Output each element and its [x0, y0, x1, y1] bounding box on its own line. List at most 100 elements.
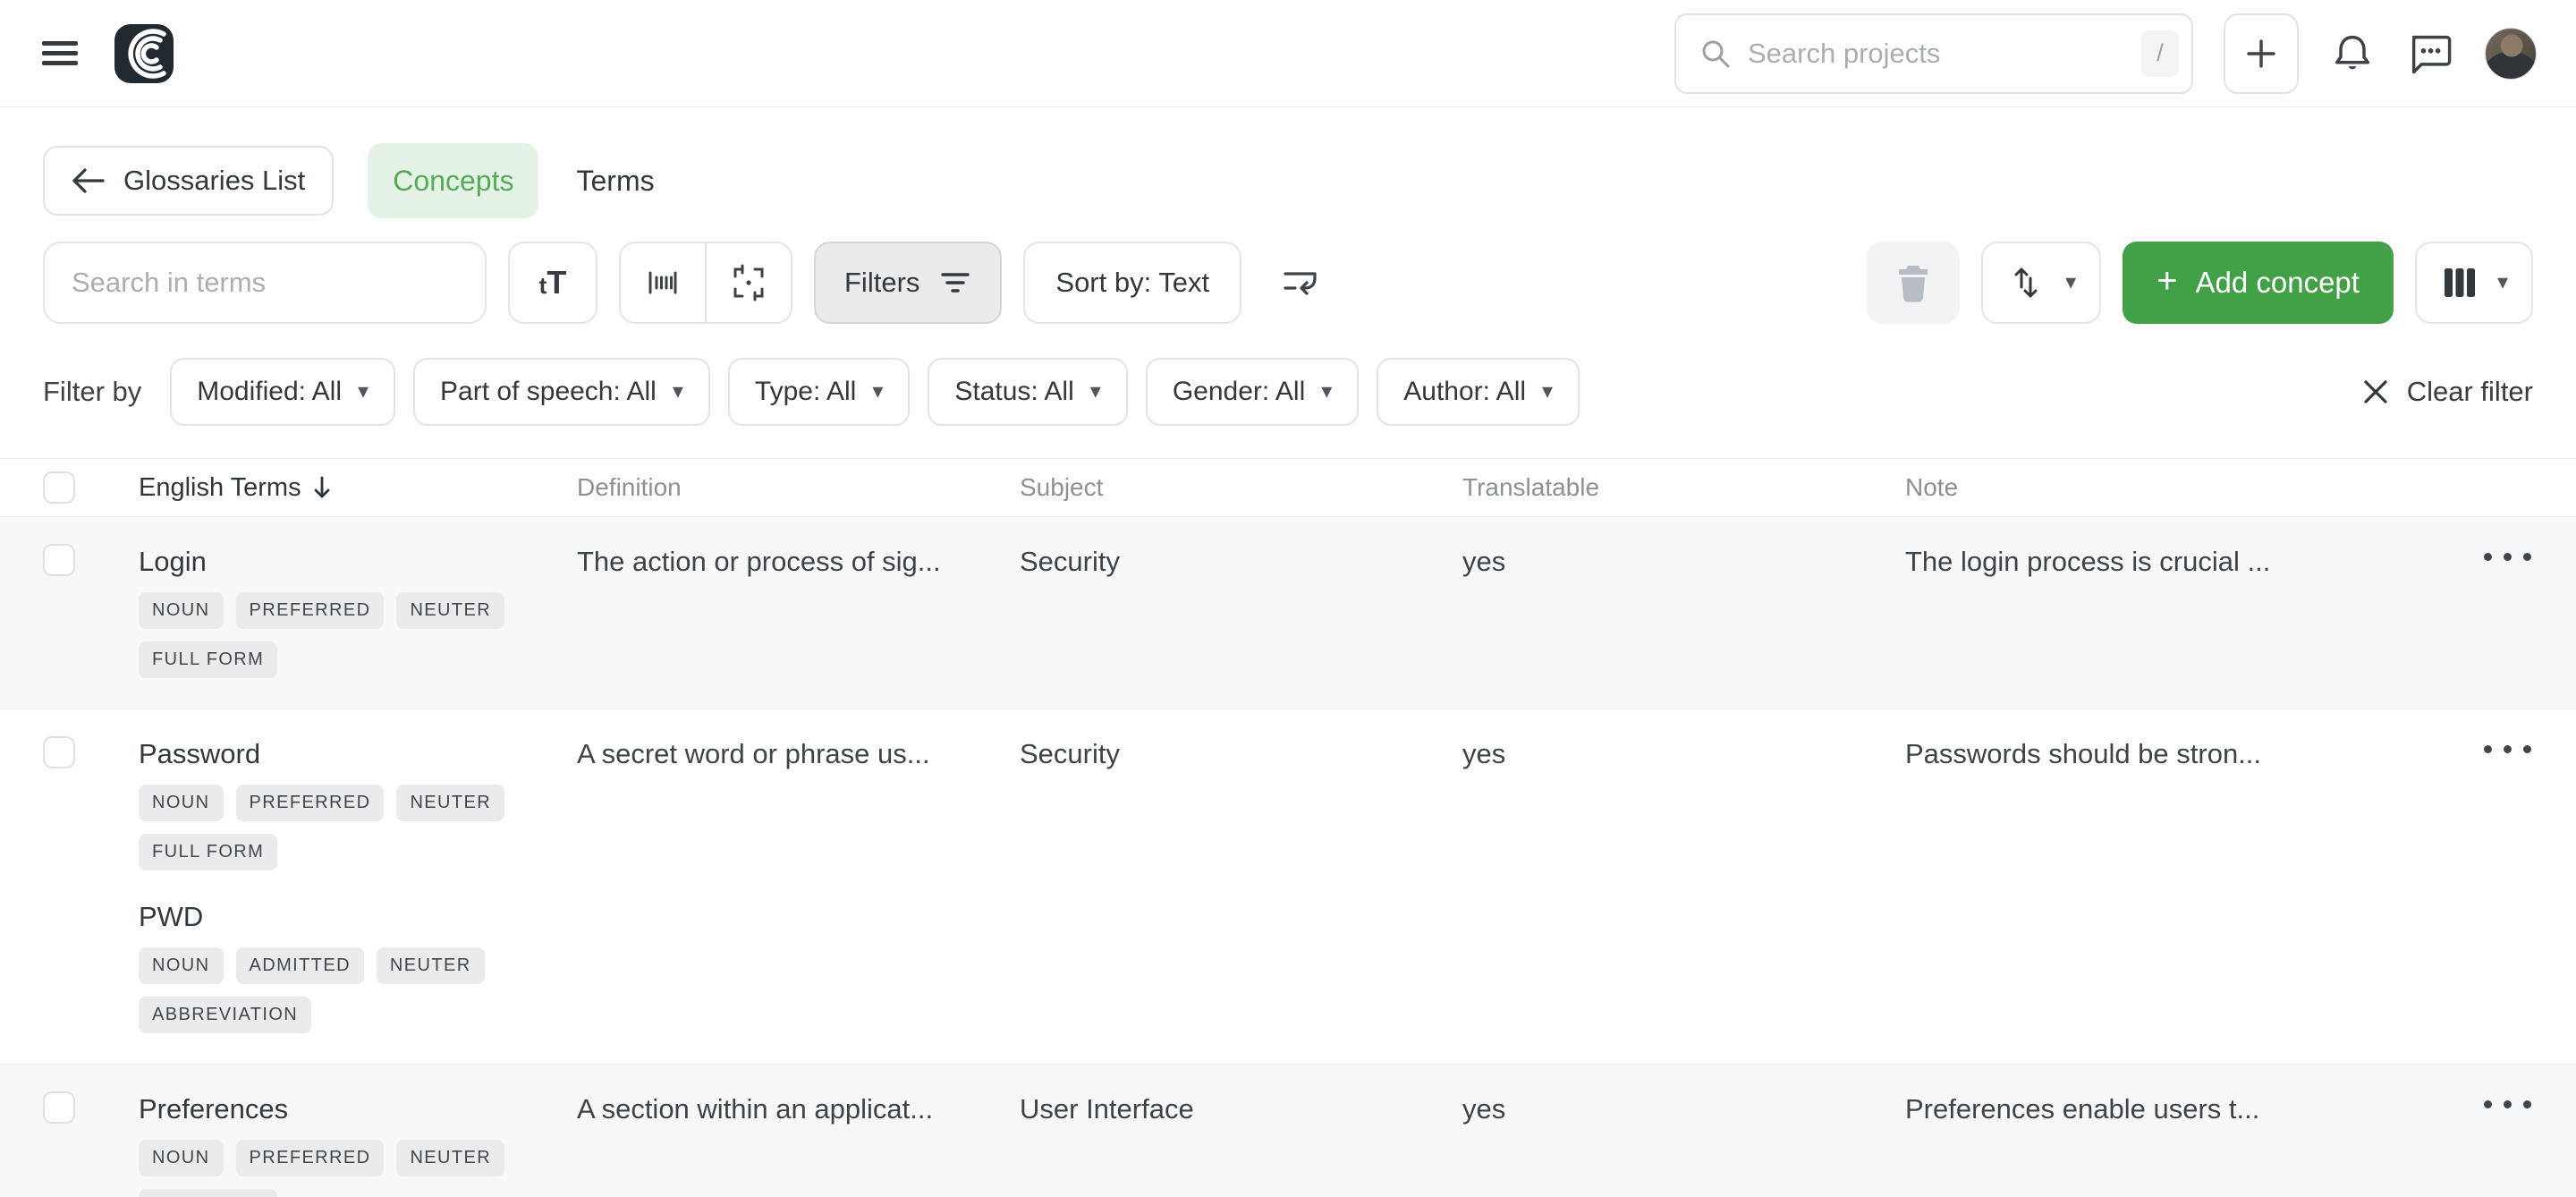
badge: NOUN	[139, 785, 224, 821]
definition-cell: A secret word or phrase us...	[577, 736, 1020, 1033]
import-export-dropdown[interactable]: ▾	[1981, 242, 2101, 324]
filter-part-of-speech[interactable]: Part of speech: All ▾	[413, 358, 710, 426]
row-checkbox[interactable]	[43, 544, 75, 576]
row-menu-button[interactable]	[2482, 1093, 2533, 1197]
ellipsis-icon	[2484, 553, 2492, 561]
badge: NOUN	[139, 947, 224, 984]
definition-cell: A section within an applicat...	[577, 1091, 1020, 1197]
plus-icon: +	[2157, 263, 2177, 299]
column-header-subject[interactable]: Subject	[1020, 473, 1462, 502]
badge: NEUTER	[377, 947, 485, 984]
back-to-glossaries-button[interactable]: Glossaries List	[43, 146, 334, 216]
term-badges: NOUN PREFERRED NEUTER FULL FORM	[139, 785, 514, 870]
chat-icon	[2406, 31, 2454, 76]
delete-selected-button[interactable]	[1867, 242, 1960, 324]
note-cell: The login process is crucial ...	[1905, 544, 2451, 678]
hamburger-icon	[39, 37, 80, 71]
app-logo[interactable]	[114, 24, 174, 83]
filter-gender[interactable]: Gender: All ▾	[1146, 358, 1359, 426]
term-name: PWD	[139, 901, 577, 933]
filter-status[interactable]: Status: All ▾	[928, 358, 1127, 426]
notifications-button[interactable]	[2329, 30, 2376, 77]
table-header: English Terms Definition Subject Transla…	[0, 459, 2576, 516]
columns-icon	[2440, 265, 2479, 301]
row-checkbox[interactable]	[43, 1091, 75, 1124]
filters-button-label: Filters	[844, 267, 919, 299]
chevron-down-icon: ▾	[1090, 381, 1101, 403]
badge: NEUTER	[396, 1140, 504, 1176]
translatable-cell: yes	[1462, 544, 1905, 678]
add-concept-button[interactable]: + Add concept	[2123, 242, 2394, 324]
badge: PREFERRED	[236, 1140, 385, 1176]
term-group: PWD NOUN ADMITTED NEUTER ABBREVIATION	[139, 901, 577, 1033]
filters-button[interactable]: Filters	[814, 242, 1002, 324]
chevron-down-icon: ▾	[1542, 381, 1553, 403]
chevron-down-icon: ▾	[673, 381, 683, 403]
hamburger-menu-button[interactable]	[39, 37, 80, 71]
badge: FULL FORM	[139, 1189, 277, 1197]
table-row[interactable]: Preferences NOUN PREFERRED NEUTER FULL F…	[0, 1064, 2576, 1197]
term-badges: NOUN PREFERRED NEUTER FULL FORM	[139, 1140, 514, 1197]
sort-by-button[interactable]: Sort by: Text	[1023, 242, 1241, 324]
plus-icon	[2243, 36, 2279, 72]
term-group: Password NOUN PREFERRED NEUTER FULL FORM	[139, 738, 577, 870]
trash-icon	[1894, 262, 1932, 303]
arrow-left-icon	[72, 166, 106, 195]
wrap-text-icon	[1280, 267, 1321, 299]
project-search-input[interactable]	[1748, 38, 2125, 70]
user-avatar[interactable]	[2485, 28, 2537, 80]
tab-concepts[interactable]: Concepts	[368, 143, 538, 218]
wrap-text-button[interactable]	[1263, 242, 1338, 324]
badge: FULL FORM	[139, 641, 277, 678]
filter-author[interactable]: Author: All ▾	[1377, 358, 1580, 426]
match-case-button[interactable]: tT	[508, 242, 597, 324]
translatable-cell: yes	[1462, 736, 1905, 1033]
tab-terms-label: Terms	[576, 165, 654, 198]
slash-shortcut-badge: /	[2141, 30, 2179, 77]
feedback-button[interactable]	[2406, 31, 2454, 76]
column-header-english-terms[interactable]: English Terms	[139, 473, 577, 503]
terms-search-input[interactable]	[72, 267, 458, 299]
column-header-definition[interactable]: Definition	[577, 473, 1020, 502]
columns-dropdown[interactable]: ▾	[2415, 242, 2533, 324]
badge: NOUN	[139, 592, 224, 629]
row-menu-button[interactable]	[2482, 546, 2533, 678]
term-name: Login	[139, 546, 577, 578]
column-header-note[interactable]: Note	[1905, 473, 2451, 502]
row-menu-button[interactable]	[2482, 738, 2533, 1033]
filter-gender-label: Gender: All	[1173, 377, 1305, 407]
tab-concepts-label: Concepts	[393, 165, 513, 198]
close-icon	[2360, 377, 2391, 407]
filter-author-label: Author: All	[1403, 377, 1526, 407]
project-search: /	[1674, 13, 2193, 94]
filter-type[interactable]: Type: All ▾	[728, 358, 910, 426]
translatable-cell: yes	[1462, 1091, 1905, 1197]
exact-match-button[interactable]	[707, 243, 791, 322]
bell-icon	[2329, 30, 2376, 77]
table-row[interactable]: Login NOUN PREFERRED NEUTER FULL FORM Th…	[0, 516, 2576, 709]
clear-filter-button[interactable]: Clear filter	[2360, 376, 2533, 408]
search-mode-group	[619, 242, 792, 324]
ellipsis-icon	[2484, 1100, 2492, 1108]
glossary-concepts-page: / Glossa	[0, 0, 2576, 1197]
column-header-translatable[interactable]: Translatable	[1462, 473, 1905, 502]
note-cell: Preferences enable users t...	[1905, 1091, 2451, 1197]
clear-filter-label: Clear filter	[2407, 376, 2533, 408]
chevron-down-icon: ▾	[358, 381, 369, 403]
note-cell: Passwords should be stron...	[1905, 736, 2451, 1033]
table-row[interactable]: Password NOUN PREFERRED NEUTER FULL FORM…	[0, 709, 2576, 1064]
create-new-button[interactable]	[2224, 13, 2299, 94]
subject-cell: Security	[1020, 736, 1462, 1033]
whole-word-button[interactable]	[621, 243, 705, 322]
row-checkbox[interactable]	[43, 736, 75, 768]
select-all-checkbox[interactable]	[43, 471, 75, 504]
filter-part-of-speech-label: Part of speech: All	[440, 377, 657, 407]
topbar: /	[0, 0, 2576, 107]
sort-by-label: Sort by: Text	[1055, 267, 1209, 299]
filter-bar: Filter by Modified: All ▾ Part of speech…	[0, 358, 2576, 426]
concepts-table: English Terms Definition Subject Transla…	[0, 458, 2576, 1197]
tab-terms[interactable]: Terms	[572, 143, 657, 218]
badge: ADMITTED	[236, 947, 364, 984]
filter-modified[interactable]: Modified: All ▾	[170, 358, 395, 426]
ellipsis-icon	[2484, 745, 2492, 753]
